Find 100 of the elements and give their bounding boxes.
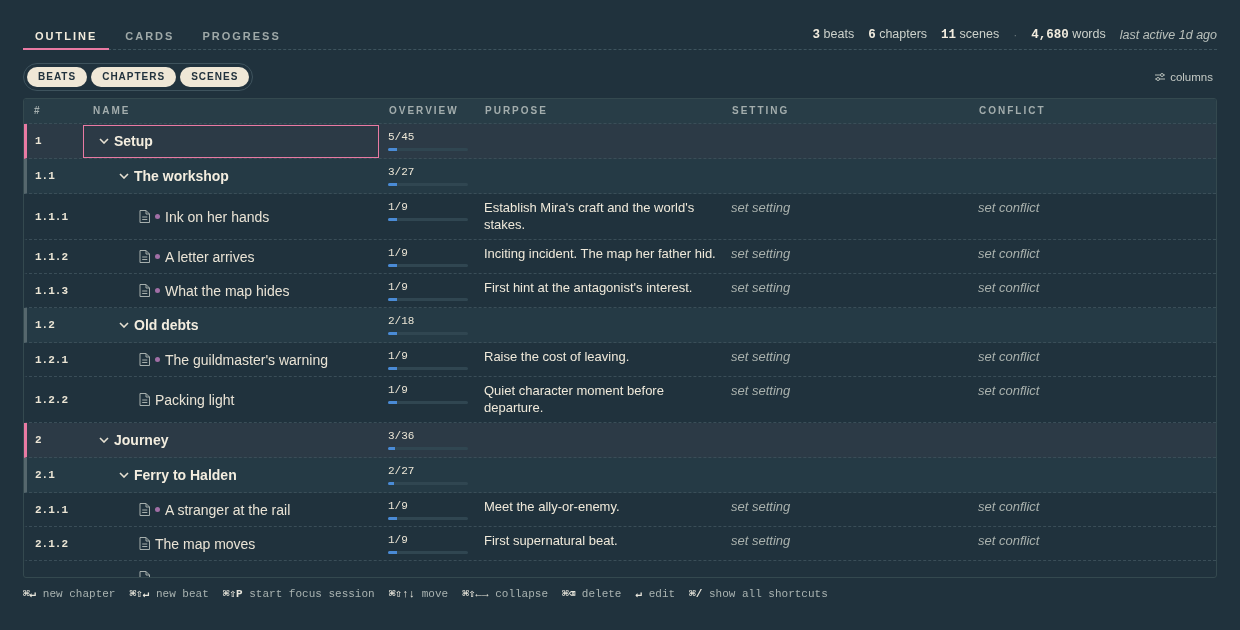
column-header: PURPOSE — [485, 105, 548, 116]
document-icon — [139, 284, 150, 297]
chevron-down-icon[interactable] — [99, 437, 109, 443]
row-number: 1.1.3 — [35, 284, 68, 297]
purpose-text: Raise the cost of leaving. — [484, 349, 630, 364]
row-number: 1.1 — [35, 170, 55, 182]
stat-count: 3 beats — [812, 27, 855, 43]
column-header: SETTING — [732, 105, 790, 116]
progress-count: 1/9 — [388, 280, 408, 295]
row-number: 2.1.1 — [35, 503, 68, 516]
shortcut-hint: ↵ edit — [635, 588, 676, 601]
row-number: 1.2.1 — [35, 353, 68, 366]
conflict-field[interactable]: set conflict — [978, 383, 1040, 398]
setting-field[interactable]: set setting — [731, 200, 791, 215]
purpose-text: Quiet character moment before departure. — [484, 383, 664, 415]
row-title[interactable]: A letter arrives — [165, 248, 255, 265]
chevron-down-icon[interactable] — [99, 138, 109, 144]
row-number: 1.2 — [35, 319, 55, 331]
row-title[interactable]: Ferry to Halden — [134, 467, 237, 483]
chapter-row[interactable]: 1.1 The workshop 3/27 — [24, 159, 1216, 194]
view-tab[interactable]: CARDS — [113, 22, 187, 50]
chapter-row[interactable]: 2.1 Ferry to Halden 2/27 — [24, 458, 1216, 493]
setting-field[interactable]: set setting — [731, 246, 791, 261]
shortcut-hint: ⌘↵ new chapter — [23, 588, 116, 601]
row-title[interactable]: Old debts — [134, 317, 199, 333]
progress-count: 2/18 — [388, 314, 415, 329]
progress-count: 1/9 — [388, 383, 408, 398]
column-header: # — [34, 105, 42, 116]
row-title[interactable]: Journey — [114, 432, 169, 448]
setting-field[interactable]: set setting — [731, 533, 791, 548]
row-title[interactable]: Setup — [114, 133, 153, 149]
row-title[interactable]: Ink on her hands — [165, 208, 270, 225]
shortcut-hint: ⌘⇧P start focus session — [222, 588, 375, 601]
chevron-down-icon[interactable] — [119, 322, 129, 328]
row-number: 1 — [35, 135, 42, 147]
row-title[interactable]: The guildmaster's warning — [165, 351, 328, 368]
purpose-text: First supernatural beat. — [484, 533, 618, 548]
shortcut-hint: ⌘⇧←→ collapse — [462, 588, 548, 601]
row-number: 1.1.1 — [35, 210, 68, 223]
row-title[interactable]: Packing light — [155, 391, 235, 408]
filter-chip[interactable]: BEATS — [27, 67, 88, 87]
stat-separator: · — [1013, 27, 1018, 43]
scene-row[interactable]: 1.1.1 Ink on her hands 1/9 Establish Mira's craft and the world's stakes. set setting set conflict — [24, 194, 1216, 240]
filter-chip[interactable]: CHAPTERS — [91, 67, 177, 87]
row-title[interactable]: The map moves — [155, 535, 256, 552]
row-title[interactable]: What the map hides — [165, 282, 290, 299]
stat-count: 6 chapters — [868, 27, 928, 43]
chevron-down-icon[interactable] — [119, 472, 129, 478]
columns-button[interactable]: columns — [1155, 69, 1217, 85]
purpose-text: Meet the ally-or-enemy. — [484, 499, 620, 514]
purpose-text: Establish Mira's craft and the world's stakes. — [484, 200, 695, 232]
document-icon — [139, 503, 150, 516]
shortcut-hint: ⌘⇧↵ new beat — [129, 588, 209, 601]
shortcut-hint: ⌘⌫ delete — [562, 588, 622, 601]
progress-count: 5/45 — [388, 130, 415, 145]
progress-count: 1/9 — [388, 349, 408, 364]
progress-count: 1/9 — [388, 499, 408, 514]
chevron-down-icon[interactable] — [119, 173, 129, 179]
conflict-field[interactable]: set conflict — [978, 246, 1040, 261]
beat-row[interactable]: 2 Journey 3/36 — [24, 423, 1216, 458]
word-count: 4,680 words — [1031, 27, 1106, 43]
column-header: CONFLICT — [979, 105, 1046, 116]
beat-row[interactable]: 1 Setup 5/45 — [24, 124, 1216, 159]
row-title[interactable]: The workshop — [134, 168, 229, 184]
column-header: OVERVIEW — [389, 105, 459, 116]
progress-count: 3/36 — [388, 429, 415, 444]
shortcut-hint: ⌘/ show all shortcuts — [689, 588, 828, 601]
conflict-field[interactable]: set conflict — [978, 533, 1040, 548]
setting-field[interactable]: set setting — [731, 383, 791, 398]
scene-row[interactable]: 1.2.1 The guildmaster's warning 1/9 Raise the cost of leaving. set setting set conflict — [24, 343, 1216, 377]
purpose-text: First hint at the antagonist's interest. — [484, 280, 693, 295]
view-tab[interactable]: PROGRESS — [190, 22, 293, 50]
column-header: NAME — [93, 105, 131, 116]
conflict-field[interactable]: set conflict — [978, 280, 1040, 295]
sliders-icon — [1155, 72, 1166, 82]
row-number: 2.1.2 — [35, 537, 68, 550]
document-icon — [139, 210, 150, 223]
chapter-row[interactable]: 1.2 Old debts 2/18 — [24, 308, 1216, 343]
last-active-text: last active 1d ago — [1119, 27, 1217, 43]
scene-row[interactable]: 1.1.2 A letter arrives 1/9 Inciting incident. The map her father hid. set setting set conflict — [24, 240, 1216, 274]
view-tab[interactable]: OUTLINE — [23, 22, 110, 50]
setting-field[interactable]: set setting — [731, 499, 791, 514]
row-number: 1.1.2 — [35, 250, 68, 263]
row-title[interactable]: A stranger at the rail — [165, 501, 291, 518]
filter-chip[interactable]: SCENES — [180, 67, 250, 87]
document-icon — [139, 393, 150, 406]
scene-row[interactable]: 2.1.2 The map moves 1/9 First supernatural beat. set setting set conflict — [24, 527, 1216, 561]
conflict-field[interactable]: set conflict — [978, 349, 1040, 364]
row-number: 2 — [35, 434, 42, 446]
conflict-field[interactable]: set conflict — [978, 200, 1040, 215]
conflict-field[interactable]: set conflict — [978, 499, 1040, 514]
document-icon — [139, 250, 150, 263]
setting-field[interactable]: set setting — [731, 349, 791, 364]
progress-count: 1/9 — [388, 246, 408, 261]
document-icon — [139, 353, 150, 366]
progress-count: 2/27 — [388, 464, 415, 479]
scene-row[interactable]: 2.1.1 A stranger at the rail 1/9 Meet the ally-or-enemy. set setting set conflict — [24, 493, 1216, 527]
setting-field[interactable]: set setting — [731, 280, 791, 295]
row-number: 2.1 — [35, 469, 55, 481]
shortcut-hint: ⌘⇧↑↓ move — [388, 588, 449, 601]
